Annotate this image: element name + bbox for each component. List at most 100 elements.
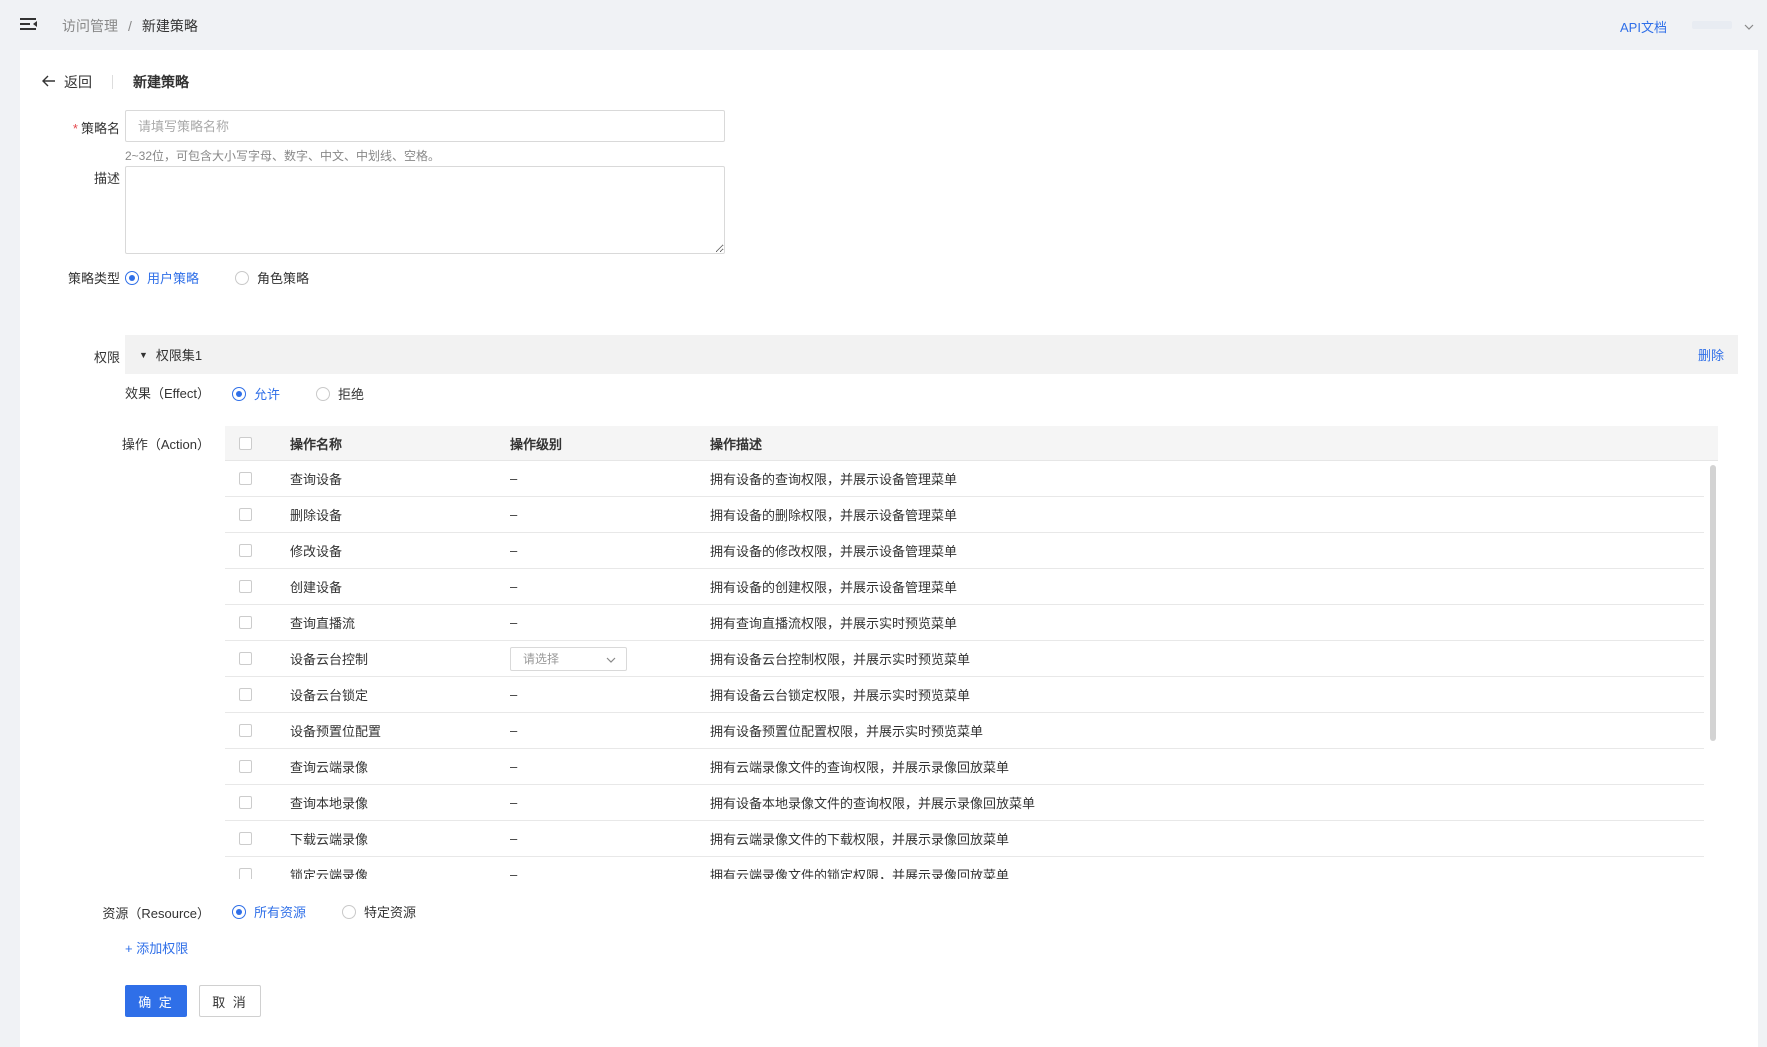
row-checkbox[interactable] xyxy=(239,652,252,665)
user-menu[interactable] xyxy=(1676,14,1754,36)
action-desc: 拥有设备的查询权限，并展示设备管理菜单 xyxy=(710,472,958,487)
resource-group: 所有资源 特定资源 xyxy=(232,902,416,921)
action-level: – xyxy=(510,759,518,774)
radio-unchecked-icon xyxy=(342,904,357,919)
action-desc: 拥有云端录像文件的锁定权限，并展示录像回放菜单 xyxy=(710,868,1010,879)
user-name-redacted xyxy=(1692,21,1732,29)
radio-effect-allow[interactable]: 允许 xyxy=(232,384,280,403)
radio-user-policy[interactable]: 用户策略 xyxy=(125,268,199,287)
menu-fold-icon[interactable] xyxy=(20,17,38,33)
table-row: 设备云台锁定 – 拥有设备云台锁定权限，并展示实时预览菜单 xyxy=(225,677,1704,713)
table-row: 删除设备 – 拥有设备的删除权限，并展示设备管理菜单 xyxy=(225,497,1704,533)
type-label: 策略类型 xyxy=(67,271,120,286)
action-name: 修改设备 xyxy=(290,544,343,559)
required-mark: * xyxy=(72,121,78,136)
action-desc: 拥有设备的创建权限，并展示设备管理菜单 xyxy=(710,580,958,595)
perm-label: 权限 xyxy=(93,350,120,365)
action-name: 设备预置位配置 xyxy=(290,724,382,739)
action-desc: 拥有云端录像文件的查询权限，并展示录像回放菜单 xyxy=(710,760,1010,775)
radio-unchecked-icon xyxy=(235,270,250,285)
action-level: – xyxy=(510,543,518,558)
table-row: 修改设备 – 拥有设备的修改权限，并展示设备管理菜单 xyxy=(225,533,1704,569)
action-name: 创建设备 xyxy=(290,580,343,595)
row-checkbox[interactable] xyxy=(239,868,252,879)
radio-label: 允许 xyxy=(254,387,281,402)
action-level: – xyxy=(510,723,518,738)
effect-label: 效果（Effect） xyxy=(124,386,210,401)
radio-unchecked-icon xyxy=(316,386,331,401)
action-desc: 拥有设备云台锁定权限，并展示实时预览菜单 xyxy=(710,688,971,703)
table-row: 查询云端录像 – 拥有云端录像文件的查询权限，并展示录像回放菜单 xyxy=(225,749,1704,785)
action-label: 操作（Action） xyxy=(121,437,210,452)
radio-label: 角色策略 xyxy=(257,271,310,286)
radio-resource-all[interactable]: 所有资源 xyxy=(232,902,306,921)
radio-resource-specific[interactable]: 特定资源 xyxy=(342,902,416,921)
scrollbar-thumb[interactable] xyxy=(1710,465,1716,741)
select-all-checkbox[interactable] xyxy=(239,436,252,450)
radio-label: 拒绝 xyxy=(338,387,365,402)
row-checkbox[interactable] xyxy=(239,832,252,845)
policy-type-group: 用户策略 角色策略 xyxy=(125,268,309,287)
back-button[interactable]: 返回 xyxy=(42,72,92,92)
table-row: 设备预置位配置 – 拥有设备预置位配置权限，并展示实时预览菜单 xyxy=(225,713,1704,749)
arrow-left-icon xyxy=(42,74,56,90)
divider xyxy=(112,75,113,89)
description-input[interactable] xyxy=(125,166,725,254)
row-checkbox[interactable] xyxy=(239,508,252,521)
col-header-desc: 操作描述 xyxy=(710,436,763,452)
page-header: 返回 新建策略 xyxy=(42,72,189,92)
col-header-level: 操作级别 xyxy=(510,436,563,452)
api-doc-link[interactable]: API文档 xyxy=(1620,17,1667,36)
breadcrumb: 访问管理 / 新建策略 xyxy=(62,16,198,36)
table-header: 操作名称 操作级别 操作描述 xyxy=(225,426,1718,461)
name-label: * 策略名 xyxy=(20,118,120,137)
action-desc: 拥有设备本地录像文件的查询权限，并展示录像回放菜单 xyxy=(710,796,1036,811)
name-hint: 2~32位，可包含大小写字母、数字、中文、中划线、空格。 xyxy=(125,149,441,163)
action-desc: 拥有设备的修改权限，并展示设备管理菜单 xyxy=(710,544,958,559)
row-checkbox[interactable] xyxy=(239,580,252,593)
table-scrollbar[interactable] xyxy=(1710,461,1716,879)
radio-checked-icon xyxy=(232,386,246,401)
action-name: 设备云台锁定 xyxy=(290,688,369,703)
action-level: – xyxy=(510,795,518,810)
row-checkbox[interactable] xyxy=(239,544,252,557)
action-name: 下载云端录像 xyxy=(290,832,369,847)
row-checkbox[interactable] xyxy=(239,688,252,701)
radio-label: 特定资源 xyxy=(364,905,417,920)
row-checkbox[interactable] xyxy=(239,760,252,773)
table-row: 创建设备 – 拥有设备的创建权限，并展示设备管理菜单 xyxy=(225,569,1704,605)
policy-name-input[interactable] xyxy=(125,110,725,142)
delete-permission-set-button[interactable]: 删除 xyxy=(1698,345,1724,364)
chevron-down-icon xyxy=(606,652,616,666)
chevron-down-icon xyxy=(1744,18,1754,33)
level-select[interactable]: 请选择 xyxy=(510,646,627,671)
breadcrumb-item-access[interactable]: 访问管理 xyxy=(62,16,118,36)
action-level: – xyxy=(510,831,518,846)
row-checkbox[interactable] xyxy=(239,472,252,485)
effect-group: 允许 拒绝 xyxy=(232,384,364,403)
radio-effect-deny[interactable]: 拒绝 xyxy=(316,384,364,403)
breadcrumb-item-current: 新建策略 xyxy=(141,18,198,34)
action-level: – xyxy=(510,687,518,702)
row-checkbox[interactable] xyxy=(239,616,252,629)
table-row: 设备云台控制 请选择 拥有设备云台控制权限，并展示实时预览菜单 xyxy=(225,641,1704,677)
table-row: 下载云端录像 – 拥有云端录像文件的下载权限，并展示录像回放菜单 xyxy=(225,821,1704,857)
caret-down-icon[interactable]: ▼ xyxy=(139,350,148,360)
permission-set-header: ▼ 权限集1 删除 xyxy=(125,335,1738,374)
action-desc: 拥有设备预置位配置权限，并展示实时预览菜单 xyxy=(710,724,984,739)
action-table: 操作名称 操作级别 操作描述 查询设备 – 拥有设备的查询权限，并展示设备管理菜单删… xyxy=(225,426,1718,879)
table-row: 查询本地录像 – 拥有设备本地录像文件的查询权限，并展示录像回放菜单 xyxy=(225,785,1704,821)
action-name: 查询直播流 xyxy=(290,616,356,631)
action-level: – xyxy=(510,867,518,879)
name-label-text: 策略名 xyxy=(80,121,120,136)
row-checkbox[interactable] xyxy=(239,724,252,737)
action-name: 查询设备 xyxy=(290,472,343,487)
row-checkbox[interactable] xyxy=(239,796,252,809)
radio-label: 用户策略 xyxy=(147,271,200,286)
action-name: 锁定云端录像 xyxy=(290,868,369,879)
radio-role-policy[interactable]: 角色策略 xyxy=(235,268,309,287)
add-permission-button[interactable]: + 添加权限 xyxy=(125,938,188,957)
action-desc: 拥有云端录像文件的下载权限，并展示录像回放菜单 xyxy=(710,832,1010,847)
confirm-button[interactable]: 确 定 xyxy=(125,985,187,1017)
cancel-button[interactable]: 取 消 xyxy=(199,985,261,1017)
